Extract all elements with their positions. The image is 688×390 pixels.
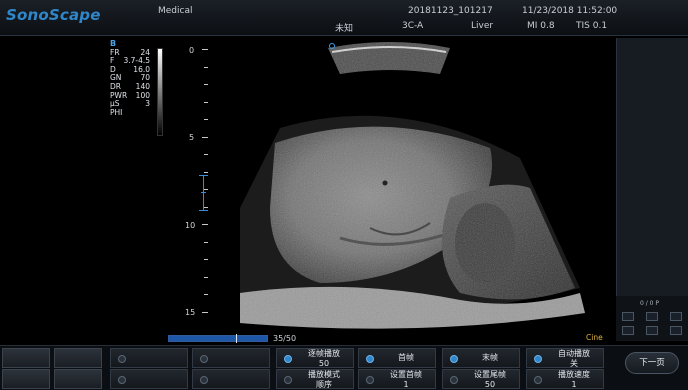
- exam-preset: Liver: [471, 21, 494, 31]
- depth-label-10: 10: [185, 221, 196, 230]
- export-icon[interactable]: [670, 312, 682, 321]
- grid-icon[interactable]: [646, 312, 658, 321]
- arrow-up-icon[interactable]: [622, 312, 634, 321]
- param-key: PHI: [110, 107, 123, 117]
- grayscale-bar: [157, 48, 163, 136]
- brand-logo: SonoScape: [6, 6, 101, 24]
- blank-knob-4[interactable]: [192, 369, 270, 389]
- depth-label-0: 0: [189, 46, 195, 55]
- knob-label: 自动播放关: [547, 349, 601, 368]
- cine-control-knob[interactable]: 末帧: [442, 348, 520, 368]
- knob-label-title: 设置尾帧: [474, 370, 506, 379]
- softkey-3[interactable]: [2, 369, 50, 389]
- cine-control-knob[interactable]: 首帧: [358, 348, 436, 368]
- cine-control-knob[interactable]: 设置首帧 1: [358, 369, 436, 389]
- tis-value: TIS 0.1: [576, 21, 608, 31]
- arrow-down-icon[interactable]: [622, 326, 634, 335]
- patient-name: 未知: [335, 24, 354, 34]
- blank-knob-3[interactable]: [110, 369, 188, 389]
- knob-label-title: 末帧: [482, 353, 498, 362]
- knob-label: 设置尾帧 50: [463, 370, 517, 389]
- softkey-4[interactable]: [54, 369, 102, 389]
- softkey-1[interactable]: [2, 348, 50, 368]
- send-icon[interactable]: [670, 326, 682, 335]
- knob-label: 设置首帧 1: [379, 370, 433, 389]
- trash-icon[interactable]: [646, 326, 658, 335]
- knob-indicator-icon: [366, 355, 374, 363]
- cine-progress-bar[interactable]: [168, 335, 268, 342]
- probe-name: 3C-A: [402, 21, 424, 31]
- probe-orientation-icon: [329, 43, 335, 49]
- knob-label: 逐帧播放 50: [297, 349, 351, 368]
- cine-progress-marker[interactable]: [236, 334, 237, 343]
- depth-label-15: 15: [185, 308, 196, 317]
- patient-id: 20181123_101217: [408, 6, 493, 16]
- knob-label-value: 关: [570, 358, 578, 368]
- cine-control-knob[interactable]: 设置尾帧 50: [442, 369, 520, 389]
- next-page-button[interactable]: 下一页: [625, 352, 679, 374]
- clipboard-page-label: 0 / 0 P: [640, 300, 659, 307]
- cine-control-knob[interactable]: 自动播放关: [526, 348, 604, 368]
- cine-frame-count: 35/50: [273, 334, 297, 343]
- top-header: SonoScape Medical 20181123_101217 11/23/…: [0, 0, 688, 36]
- cine-control-knob[interactable]: 播放速度 1: [526, 369, 604, 389]
- knob-indicator-icon: [534, 376, 542, 384]
- knob-label-title: 逐帧播放: [308, 349, 340, 358]
- knob-indicator-icon: [450, 376, 458, 384]
- knob-label-title: 播放模式: [308, 370, 340, 379]
- blank-knob-2[interactable]: [192, 348, 270, 368]
- knob-indicator-icon: [366, 376, 374, 384]
- knob-indicator-icon: [284, 376, 292, 384]
- knob-label-value: 1: [571, 379, 577, 389]
- knob-label-title: 自动播放: [558, 349, 590, 358]
- cine-control-knob[interactable]: 逐帧播放 50: [276, 348, 354, 368]
- param-value: 3: [145, 99, 150, 109]
- knob-label: 末帧: [463, 349, 517, 367]
- knob-label-value: 顺序: [316, 379, 332, 389]
- knob-label-value: 1: [403, 379, 409, 389]
- knob-label: 播放速度 1: [547, 370, 601, 389]
- mi-value: MI 0.8: [527, 21, 555, 31]
- cine-control-knob[interactable]: 播放模式 顺序: [276, 369, 354, 389]
- blank-knob-1[interactable]: [110, 348, 188, 368]
- imaging-parameters: B FR 24 F 3.7-4.5 D 16.0 GN 70 DR 140 PWR 100 μS 3 PHI: [110, 39, 150, 118]
- hospital-name: Medical: [158, 6, 193, 16]
- knob-indicator-icon: [284, 355, 292, 363]
- depth-label-5: 5: [189, 133, 195, 142]
- cine-label: Cine: [586, 333, 603, 342]
- softkey-2[interactable]: [54, 348, 102, 368]
- right-side-panel: [616, 38, 688, 296]
- knob-indicator-icon: [534, 355, 542, 363]
- knob-label: 播放模式 顺序: [297, 370, 351, 389]
- knob-label-title: 播放速度: [558, 370, 590, 379]
- knob-label-value: 50: [484, 379, 496, 389]
- ultrasound-image[interactable]: [200, 38, 600, 338]
- knob-label: 首帧: [379, 349, 433, 367]
- knob-label-value: 50: [318, 358, 330, 368]
- param-row: PHI: [110, 107, 150, 118]
- exam-datetime: 11/23/2018 11:52:00: [522, 6, 618, 16]
- knob-indicator-icon: [450, 355, 458, 363]
- knob-label-title: 设置首帧: [390, 370, 422, 379]
- knob-label-title: 首帧: [398, 353, 414, 362]
